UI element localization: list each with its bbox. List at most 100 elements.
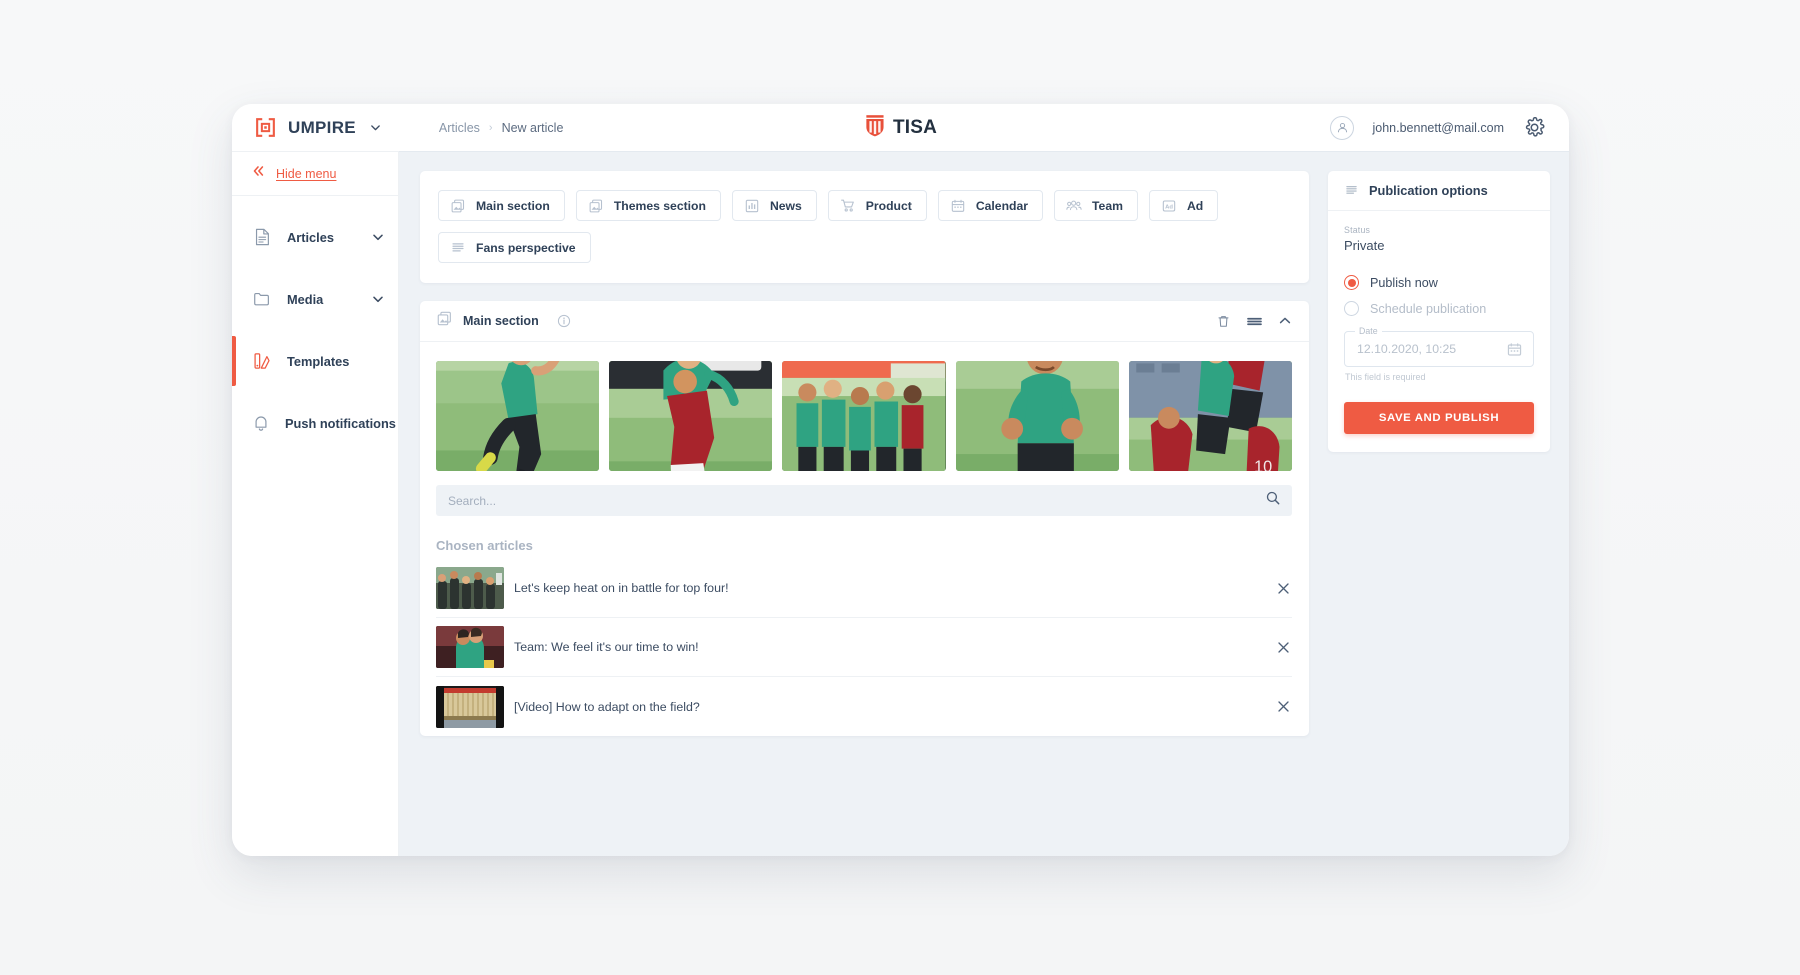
screen-background: UMPIRE Articles › New article TISA john.… [0,0,1800,975]
section-chip-label: Fans perspective [476,240,576,255]
save-and-publish-button[interactable]: SAVE AND PUBLISH [1344,402,1534,434]
date-field-value: 12.10.2020, 10:25 [1357,342,1457,356]
bar-chart-icon [744,198,760,214]
search-icon[interactable] [1265,490,1281,511]
content-area: Main section Themes section News Product… [399,151,1569,856]
info-icon[interactable] [557,314,571,328]
status-value: Private [1344,238,1385,253]
tisa-wordmark: TISA [892,116,938,138]
thumbnail-team-celebration-run[interactable] [782,361,946,471]
radio-label: Publish now [1370,275,1438,290]
main-section-panel-tools [1216,314,1292,329]
breadcrumb-articles[interactable]: Articles [439,121,480,135]
hide-menu-button[interactable]: Hide menu [232,152,398,196]
calendar-icon[interactable] [1506,341,1523,358]
section-chip-ad[interactable]: Ad Ad [1148,190,1219,221]
section-chip-news[interactable]: News [731,190,817,221]
search-area [420,485,1309,516]
top-right-area: john.bennett@mail.com [1330,115,1546,140]
document-icon [251,226,273,248]
main-section-panel-header: Main section [420,301,1309,342]
article-thumbnail [436,685,504,728]
top-bar: UMPIRE Articles › New article TISA john.… [232,104,1569,151]
user-email[interactable]: john.bennett@mail.com [1372,121,1504,135]
sidebar-item-label: Push notifications [285,415,396,431]
section-chip-label: Ad [1186,198,1204,213]
search-input[interactable] [448,493,1265,508]
article-thumbnail [436,567,504,609]
publication-mode-radios: Publish now Schedule publication [1344,275,1534,316]
sidebar-item-articles[interactable]: Articles [232,206,398,268]
article-title: Team: We feel it's our time to win! [514,640,699,654]
list-lines-icon [1344,183,1359,198]
svg-text:Ad: Ad [1165,204,1173,210]
date-field[interactable]: Date 12.10.2020, 10:25 [1344,326,1534,367]
breadcrumb: Articles › New article [439,121,563,135]
section-chip-calendar[interactable]: Calendar [937,190,1043,221]
radio-selected-icon [1344,275,1359,290]
trash-icon[interactable] [1216,314,1231,329]
thumbnail-player-celebrating-fists[interactable] [955,361,1119,471]
chosen-articles-list: Let's keep heat on in battle for top fou… [420,559,1309,736]
section-chip-main-section[interactable]: Main section [438,190,565,221]
publication-options-title: Publication options [1369,183,1488,198]
side-column: Publication options Status Private Publi… [1328,171,1550,856]
brand-name: UMPIRE [288,117,356,137]
calendar-icon [950,198,966,214]
article-title: Let's keep heat on in battle for top fou… [514,581,729,595]
article-row[interactable]: [Video] How to adapt on the field? [436,677,1292,736]
radio-publish-now[interactable]: Publish now [1344,275,1534,290]
svg-text:10: 10 [1254,458,1272,471]
publication-options-body: Status Private Publish now Schedule publ… [1328,211,1550,452]
ad-icon: Ad [1161,198,1177,214]
sidebar-item-templates[interactable]: Templates [232,330,398,392]
thumbnail-strip: 29 [420,342,1309,485]
publication-options-panel: Publication options Status Private Publi… [1328,171,1550,452]
chevron-down-icon[interactable] [372,231,384,243]
article-row[interactable]: Team: We feel it's our time to win! [436,618,1292,677]
article-row[interactable]: Let's keep heat on in battle for top fou… [436,559,1292,618]
app-body: Hide menu Articles Media Templates Push … [232,151,1569,856]
people-icon [1066,198,1082,214]
section-chip-product[interactable]: Product [827,190,927,221]
main-column: Main section Themes section News Product… [420,171,1309,856]
date-helper-text: This field is required [1345,372,1426,382]
section-chip-team[interactable]: Team [1054,190,1138,221]
section-chip-label: Main section [476,198,550,213]
sidebar-item-push-notifications[interactable]: Push notifications [232,392,398,454]
app-window: UMPIRE Articles › New article TISA john.… [232,104,1569,856]
chosen-articles-label: Chosen articles [436,538,533,553]
section-chip-fans-perspective[interactable]: Fans perspective [438,232,591,263]
chevron-down-icon[interactable] [372,293,384,305]
template-icon [251,350,273,372]
image-stack-icon [436,310,453,332]
thumbnail-player-kicking-ball[interactable] [436,361,600,471]
sidebar-item-label: Templates [287,353,350,369]
section-chip-list: Main section Themes section News Product… [420,171,1309,283]
tisa-shield-icon [864,114,885,142]
thumbnail-aerial-duel-header[interactable]: 10 [1128,361,1293,471]
section-chip-themes-section[interactable]: Themes section [575,190,721,221]
thumbnail-players-heading-duel[interactable]: 29 [609,361,773,471]
folder-icon [251,288,273,310]
hide-menu-label: Hide menu [276,166,337,181]
close-icon[interactable] [1274,579,1292,597]
chevron-down-icon[interactable] [370,122,381,133]
article-thumbnail [436,626,504,668]
close-icon[interactable] [1274,698,1292,716]
drag-handle-icon[interactable] [1246,315,1263,328]
brand-logo[interactable]: UMPIRE [254,116,381,139]
chevron-up-icon[interactable] [1278,314,1292,328]
avatar[interactable] [1330,115,1355,140]
radio-schedule-publication[interactable]: Schedule publication [1344,301,1534,316]
gear-icon[interactable] [1522,116,1546,140]
radio-unselected-icon [1344,301,1359,316]
sidebar-nav: Articles Media Templates Push notificati… [232,196,398,454]
sidebar-item-media[interactable]: Media [232,268,398,330]
search-box[interactable] [436,485,1292,516]
bell-icon [251,412,271,434]
close-icon[interactable] [1274,638,1292,656]
section-chip-label: Themes section [613,198,706,213]
section-chip-label: Calendar [975,198,1028,213]
section-chip-label: Team [1092,198,1123,213]
